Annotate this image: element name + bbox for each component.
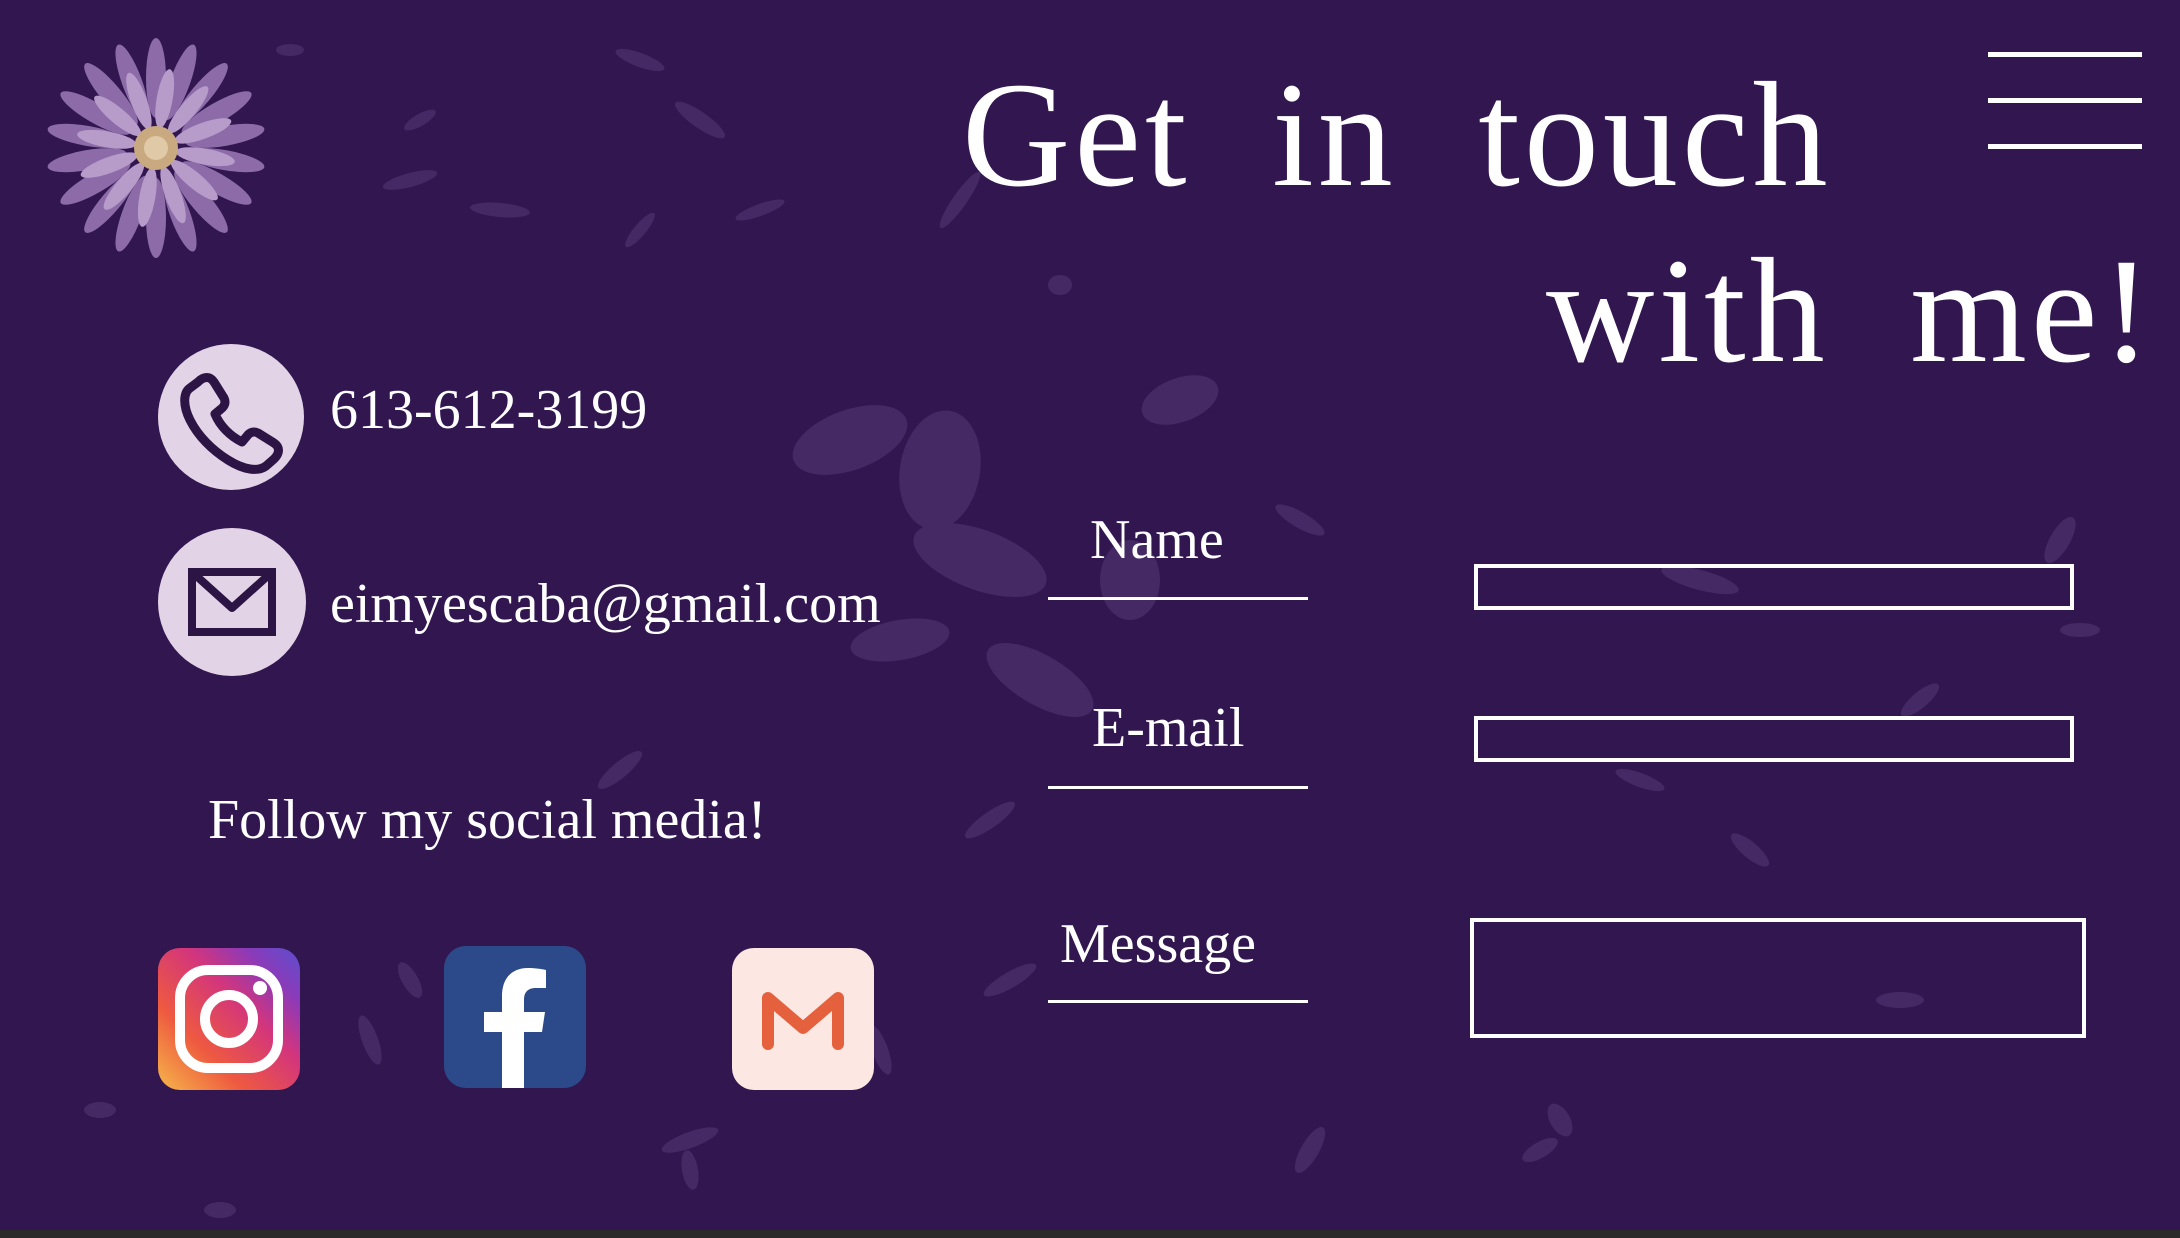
purple-flower-icon[interactable]: [44, 36, 268, 268]
instagram-icon: [175, 965, 283, 1073]
menu-line: [1988, 98, 2142, 103]
gmail-icon: [762, 992, 844, 1050]
gmail-link[interactable]: [732, 948, 874, 1090]
hamburger-menu-icon[interactable]: [1988, 52, 2142, 152]
message-label-underline: [1048, 1000, 1308, 1003]
message-label: Message: [1060, 913, 1256, 975]
instagram-link[interactable]: [158, 948, 300, 1090]
name-label: Name: [1090, 509, 1224, 571]
menu-line: [1988, 144, 2142, 149]
phone-icon: [158, 344, 304, 490]
envelope-icon: [158, 528, 306, 676]
social-media-heading: Follow my social media!: [208, 789, 767, 851]
name-label-underline: [1048, 597, 1308, 600]
email-field[interactable]: [1474, 716, 2074, 762]
bottom-edge: [0, 1230, 2180, 1238]
email-label: E-mail: [1092, 697, 1245, 759]
name-field[interactable]: [1474, 564, 2074, 610]
page-title-line-1: Get in touch: [962, 52, 1832, 218]
contact-page: Get in touch with me! 613-612-3199 eimye…: [0, 0, 2180, 1238]
message-field[interactable]: [1470, 918, 2086, 1038]
email-label-underline: [1048, 786, 1308, 789]
page-title-line-2: with me!: [1546, 228, 2156, 394]
facebook-icon: [484, 968, 546, 1088]
phone-number-link[interactable]: 613-612-3199: [330, 382, 647, 438]
menu-line: [1988, 52, 2142, 57]
email-address-link[interactable]: eimyescaba@gmail.com: [330, 576, 881, 632]
facebook-link[interactable]: [444, 946, 586, 1088]
